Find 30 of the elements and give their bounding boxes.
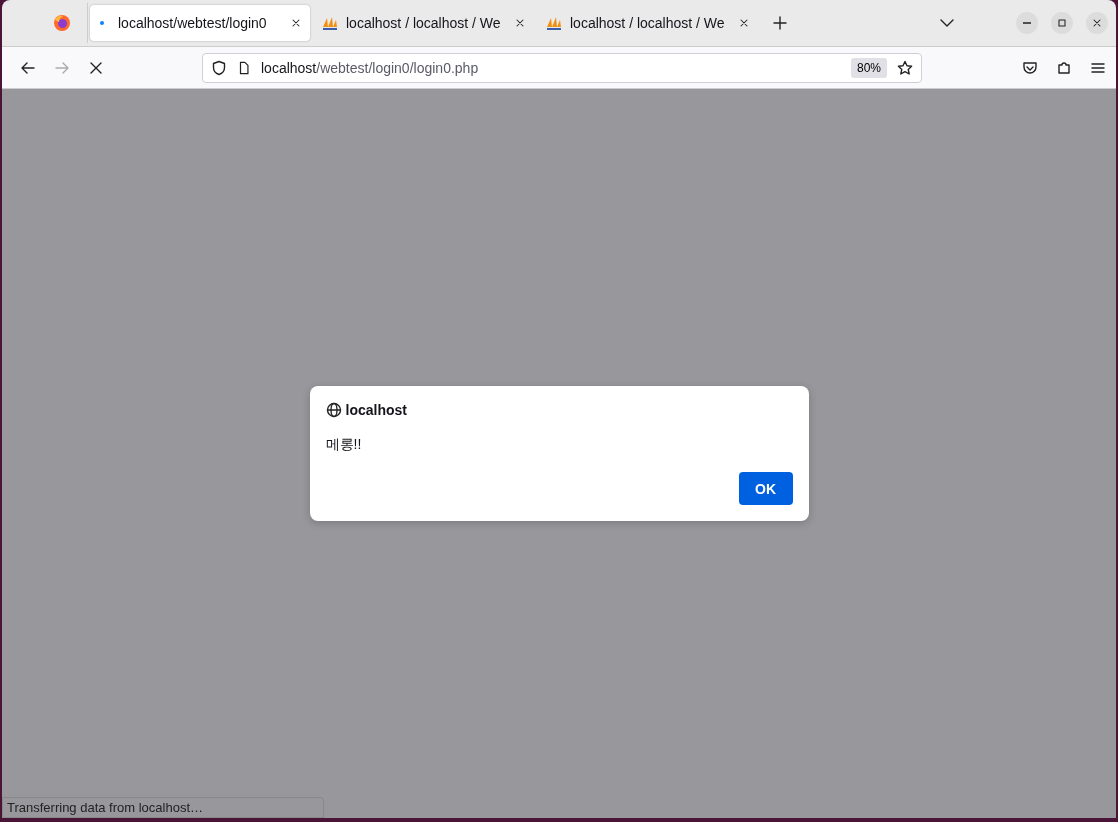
loading-dot-icon: [100, 21, 104, 25]
maximize-button[interactable]: [1051, 12, 1073, 34]
address-bar[interactable]: localhost/webtest/login0/login0.php 80%: [202, 52, 922, 83]
shield-icon[interactable]: [211, 59, 227, 76]
dialog-title: localhost: [345, 402, 407, 418]
browser-tab[interactable]: localhost / localhost / We: [538, 5, 758, 41]
close-window-button[interactable]: [1086, 12, 1108, 34]
globe-icon: [325, 402, 342, 418]
close-tab-icon[interactable]: [290, 17, 302, 29]
minimize-button[interactable]: [1016, 12, 1038, 34]
pocket-icon[interactable]: [1022, 59, 1038, 76]
puzzle-icon[interactable]: [1056, 59, 1072, 76]
sail-logo-icon: [322, 15, 338, 31]
dialog-message: 메롱!!: [325, 436, 363, 454]
close-tab-icon[interactable]: [514, 17, 526, 29]
close-icon: [1091, 17, 1103, 29]
minimize-icon: [1023, 22, 1031, 24]
maximize-icon: [1056, 17, 1068, 29]
status-bar: Transferring data from localhost…: [2, 797, 324, 818]
zoom-level-button[interactable]: 80%: [850, 57, 887, 78]
browser-tab[interactable]: localhost / localhost / We: [314, 5, 534, 41]
url-text: localhost/webtest/login0/login0.php: [261, 59, 480, 76]
new-tab-icon[interactable]: [772, 15, 788, 31]
page-icon: [237, 60, 251, 75]
close-tab-icon[interactable]: [738, 17, 750, 29]
browser-tab[interactable]: localhost/webtest/login0: [90, 5, 310, 41]
ok-button[interactable]: OK: [738, 472, 793, 505]
sail-logo-icon: [546, 15, 562, 31]
star-icon[interactable]: [897, 59, 913, 76]
browser-logo-icon[interactable]: [52, 14, 71, 32]
